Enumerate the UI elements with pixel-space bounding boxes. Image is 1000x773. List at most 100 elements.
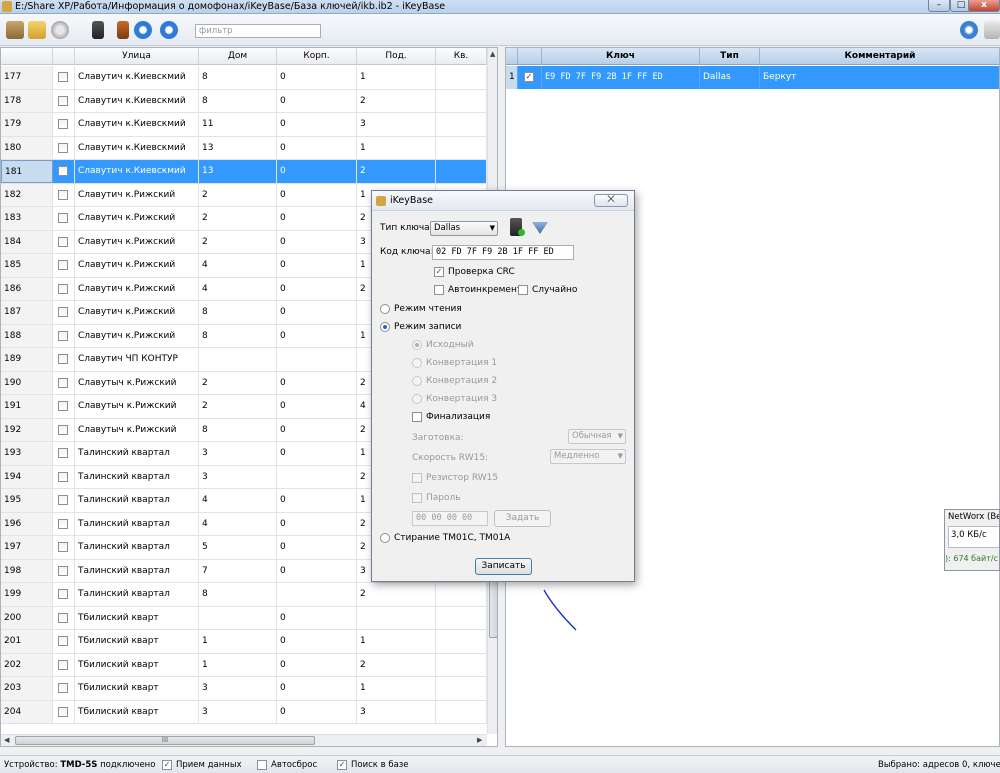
row-checkbox[interactable] bbox=[58, 424, 68, 435]
row-checkbox[interactable] bbox=[58, 471, 68, 482]
info-icon[interactable] bbox=[984, 21, 1000, 39]
table-row[interactable]: 203 Тбилиский кварт 3 0 1 bbox=[1, 677, 487, 701]
resistor-checkbox[interactable] bbox=[412, 473, 422, 483]
row-house: 2 bbox=[199, 395, 277, 418]
refresh-icon[interactable] bbox=[51, 21, 69, 39]
open-book-icon[interactable] bbox=[6, 21, 24, 39]
col-header-building[interactable]: Корп. bbox=[277, 48, 357, 65]
table-row[interactable]: 204 Тбилиский кварт 3 0 3 bbox=[1, 700, 487, 724]
table-row[interactable]: 180 Славутич к.Киевскмий 13 0 1 bbox=[1, 136, 487, 160]
row-building: 0 bbox=[277, 418, 357, 441]
row-number: 194 bbox=[1, 465, 53, 488]
table-row[interactable]: 202 Тбилиский кварт 1 0 2 bbox=[1, 653, 487, 677]
row-street: Славутич ЧП КОНТУР bbox=[75, 348, 199, 371]
filter-input[interactable]: фильтр bbox=[195, 24, 321, 38]
row-checkbox[interactable] bbox=[58, 330, 68, 341]
col-header-entrance[interactable]: Под. bbox=[357, 48, 436, 65]
reader-device-icon[interactable] bbox=[92, 21, 104, 39]
random-checkbox[interactable] bbox=[518, 285, 528, 295]
write-mode-radio[interactable] bbox=[380, 322, 390, 332]
speed-select[interactable]: Медленно ▼ bbox=[550, 449, 626, 464]
folder-icon[interactable] bbox=[28, 21, 46, 39]
row-checkbox[interactable] bbox=[58, 283, 68, 294]
key-col-header-type[interactable]: Тип bbox=[700, 48, 760, 65]
finalize-checkbox[interactable] bbox=[412, 412, 422, 422]
read-mode-radio[interactable] bbox=[380, 304, 390, 314]
autoincrement-checkbox[interactable] bbox=[434, 285, 444, 295]
dialog-close-button[interactable]: ⨉ bbox=[594, 194, 628, 207]
row-checkbox[interactable] bbox=[58, 518, 68, 529]
row-checkbox[interactable] bbox=[58, 401, 68, 411]
mouse-icon[interactable] bbox=[134, 21, 152, 39]
row-checkbox[interactable] bbox=[58, 307, 68, 317]
original-label: Исходный bbox=[426, 340, 474, 350]
write-button[interactable]: Записать bbox=[475, 558, 532, 575]
row-checkbox[interactable] bbox=[58, 612, 68, 623]
key-code-input[interactable]: 02 FD 7F F9 2B 1F FF ED bbox=[432, 245, 574, 260]
original-radio[interactable] bbox=[412, 340, 422, 350]
settings-icon[interactable] bbox=[960, 21, 978, 39]
key-device-icon[interactable] bbox=[117, 21, 129, 39]
table-row[interactable]: 199 Талинский квартал 8 2 bbox=[1, 583, 487, 607]
crc-checkbox[interactable]: ✓ bbox=[434, 267, 444, 277]
erase-radio[interactable] bbox=[380, 533, 390, 543]
row-checkbox[interactable] bbox=[58, 166, 68, 176]
conv3-radio[interactable] bbox=[412, 394, 422, 404]
table-row[interactable]: 200 Тбилиский кварт 0 bbox=[1, 606, 487, 630]
key-type-select[interactable]: Dallas ▼ bbox=[430, 221, 498, 236]
row-checkbox[interactable] bbox=[58, 542, 68, 552]
close-button[interactable]: x bbox=[968, 0, 1000, 12]
col-header-apartment[interactable]: Кв. bbox=[436, 48, 487, 65]
row-checkbox[interactable] bbox=[58, 354, 68, 364]
table-row[interactable]: 177 Славутич к.Киевскмий 8 0 1 bbox=[1, 66, 487, 90]
password-input[interactable]: 00 00 00 00 bbox=[412, 511, 488, 526]
row-checkbox[interactable] bbox=[58, 659, 68, 670]
scroll-left-icon[interactable]: ◀ bbox=[4, 736, 9, 744]
hscrollbar-thumb[interactable]: III bbox=[15, 736, 315, 745]
row-house bbox=[199, 348, 277, 371]
scroll-right-icon[interactable]: ▶ bbox=[477, 736, 482, 744]
conv2-radio[interactable] bbox=[412, 376, 422, 386]
search-db-checkbox[interactable]: ✓ bbox=[337, 760, 347, 770]
col-header-street[interactable]: Улица bbox=[75, 48, 199, 65]
col-header-house[interactable]: Дом bbox=[199, 48, 277, 65]
row-checkbox[interactable] bbox=[58, 260, 68, 270]
minimize-button[interactable]: – bbox=[928, 0, 950, 12]
autoreset-checkbox[interactable] bbox=[257, 760, 267, 770]
row-checkbox[interactable] bbox=[58, 495, 68, 505]
table-row[interactable]: 179 Славутич к.Киевскмий 11 0 3 bbox=[1, 113, 487, 137]
scroll-up-icon[interactable]: ▲ bbox=[490, 50, 495, 58]
blank-select[interactable]: Обычная ▼ bbox=[568, 429, 626, 444]
write-mode-label: Режим записи bbox=[394, 322, 462, 332]
horizontal-scrollbar[interactable]: ◀ III ▶ bbox=[1, 734, 487, 746]
row-checkbox[interactable] bbox=[58, 565, 68, 576]
row-checkbox[interactable] bbox=[58, 95, 68, 106]
row-checkbox[interactable] bbox=[58, 189, 68, 200]
key-row[interactable]: 1 ✓ E9 FD 7F F9 2B 1F FF ED Dallas Берку… bbox=[506, 66, 999, 89]
table-row[interactable]: 201 Тбилиский кварт 1 0 1 bbox=[1, 630, 487, 654]
key-row-checkbox[interactable]: ✓ bbox=[524, 72, 534, 82]
row-checkbox[interactable] bbox=[58, 377, 68, 388]
table-row[interactable]: 178 Славутич к.Киевскмий 8 0 2 bbox=[1, 89, 487, 113]
row-checkbox[interactable] bbox=[58, 589, 68, 599]
row-checkbox[interactable] bbox=[58, 636, 68, 646]
row-checkbox[interactable] bbox=[58, 142, 68, 153]
mouse-icon-2[interactable] bbox=[160, 21, 178, 39]
row-checkbox[interactable] bbox=[58, 683, 68, 693]
table-row[interactable]: 181 Славутич к.Киевскмий 13 0 2 bbox=[1, 160, 487, 184]
row-street: Славутич к.Киевскмий bbox=[75, 113, 199, 136]
row-checkbox[interactable] bbox=[58, 706, 68, 717]
row-checkbox[interactable] bbox=[58, 236, 68, 247]
key-col-header-comment[interactable]: Комментарий bbox=[760, 48, 999, 65]
password-checkbox[interactable] bbox=[412, 493, 422, 503]
row-number: 184 bbox=[1, 230, 53, 253]
receive-checkbox[interactable]: ✓ bbox=[162, 760, 172, 770]
set-password-button[interactable]: Задать bbox=[494, 510, 551, 527]
key-col-header-key[interactable]: Ключ bbox=[542, 48, 700, 65]
row-checkbox[interactable] bbox=[58, 72, 68, 82]
row-checkbox[interactable] bbox=[58, 213, 68, 223]
write-arrow-icon[interactable] bbox=[532, 222, 548, 234]
conv1-radio[interactable] bbox=[412, 358, 422, 368]
row-checkbox[interactable] bbox=[58, 119, 68, 129]
row-checkbox[interactable] bbox=[58, 448, 68, 458]
